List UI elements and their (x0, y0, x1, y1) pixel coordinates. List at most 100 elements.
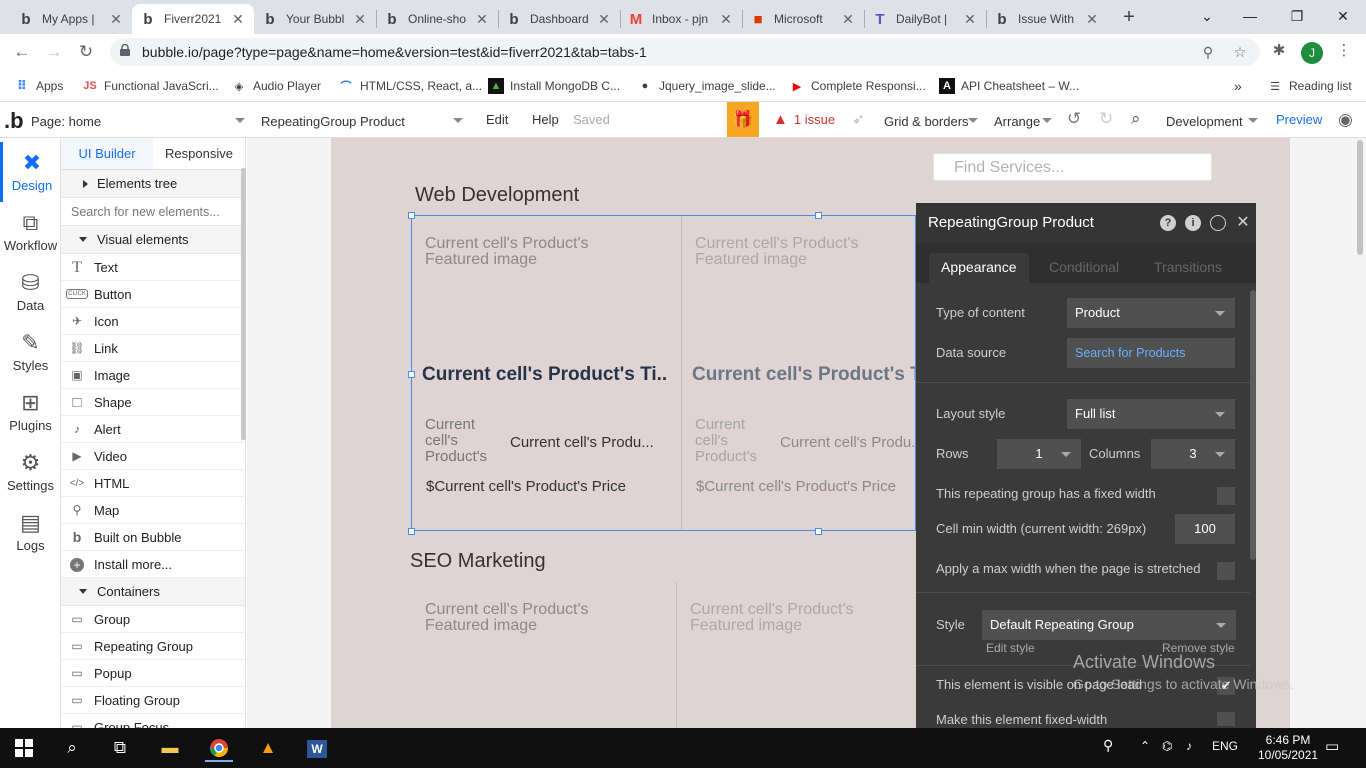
bookmark-item[interactable]: JS Functional JavaScri... (82, 76, 218, 96)
undo-icon[interactable]: ↺ (1067, 109, 1081, 129)
windows-start-icon[interactable] (10, 734, 38, 762)
tab-appearance[interactable]: Appearance (929, 253, 1029, 283)
bubble-logo[interactable]: .b (4, 108, 24, 134)
close-icon[interactable]: ✕ (596, 11, 612, 28)
element-search-input[interactable]: Search for new elements... (61, 198, 245, 226)
element-floating-group[interactable]: ▭ Floating Group (61, 687, 245, 714)
search-icon[interactable]: ⌕ (58, 734, 86, 762)
language-indicator[interactable]: ENG (1212, 739, 1238, 753)
resize-handle[interactable] (815, 528, 822, 535)
new-tab-plus-icon[interactable]: + (1118, 6, 1140, 28)
environment-selector[interactable]: Development (1166, 110, 1258, 132)
element-alert[interactable]: ♪ Alert (61, 416, 245, 443)
close-icon[interactable]: ✕ (474, 11, 490, 28)
rail-plugins[interactable]: ⊞ Plugins (0, 382, 61, 442)
bookmark-item[interactable]: ● Jquery_image_slide... (637, 76, 776, 96)
notifications-icon[interactable]: ▭ (1325, 737, 1339, 755)
resize-handle[interactable] (815, 212, 822, 219)
tab-search-icon[interactable]: ⌄ (1195, 4, 1219, 28)
word-icon[interactable]: W (303, 734, 331, 762)
profile-avatar[interactable]: J (1301, 42, 1323, 64)
element-selector[interactable]: RepeatingGroup Product (261, 110, 463, 132)
cursor-tool-icon[interactable]: ➶ (852, 110, 865, 128)
extensions-puzzle-icon[interactable]: ✱ (1268, 40, 1290, 62)
resize-handle[interactable] (408, 371, 415, 378)
element-button[interactable]: CLICK Button (61, 281, 245, 308)
element-icon[interactable]: ✈ Icon (61, 308, 245, 335)
max-width-checkbox[interactable] (1217, 562, 1235, 580)
tray-chevron-icon[interactable]: ⌃ (1140, 739, 1150, 753)
cell-product-title[interactable]: Current cell's Product's Ti... (422, 364, 667, 386)
property-editor-header[interactable]: RepeatingGroup Product ? i ✕ (916, 203, 1256, 243)
bookmark-item[interactable]: ▲ Install MongoDB C... (488, 76, 620, 96)
location-pin-icon[interactable]: ⚲ (1198, 42, 1218, 62)
rail-logs[interactable]: ▤ Logs (0, 502, 61, 562)
fixed-width-checkbox[interactable] (1217, 487, 1235, 505)
section-title-web-development[interactable]: Web Development (415, 184, 579, 207)
close-icon[interactable]: ✕ (1235, 215, 1251, 231)
cell-featured-image[interactable]: Current cell's Product's Featured image (690, 602, 910, 634)
element-popup[interactable]: ▭ Popup (61, 660, 245, 687)
containers-toggle[interactable]: Containers (61, 578, 245, 606)
bookmark-star-icon[interactable]: ☆ (1230, 42, 1250, 62)
browser-tab[interactable]: b Your Bubbl ✕ (254, 4, 376, 34)
account-icon[interactable]: ◉ (1338, 110, 1353, 130)
panel-scrollbar[interactable] (241, 168, 246, 440)
cell-product-title[interactable]: Current cell's Product's Ti... (692, 364, 915, 386)
comment-icon[interactable] (1210, 215, 1226, 231)
rail-styles[interactable]: ✎ Styles (0, 322, 61, 382)
cell-featured-image[interactable]: Current cell's Product's Featured image (695, 236, 915, 268)
tab-conditional[interactable]: Conditional (1037, 253, 1131, 283)
people-icon[interactable]: ⚲ (1103, 737, 1113, 754)
close-icon[interactable]: ✕ (230, 11, 246, 28)
cell-product-description[interactable]: Current cell's Produ... (510, 434, 660, 451)
info-icon[interactable]: i (1185, 215, 1201, 231)
browser-tab[interactable]: b Issue With ✕ (986, 4, 1108, 34)
rail-settings[interactable]: ⚙ Settings (0, 442, 61, 502)
element-shape[interactable]: □ Shape (61, 389, 245, 416)
redo-icon[interactable]: ↻ (1099, 109, 1113, 129)
close-icon[interactable]: ✕ (1084, 11, 1100, 28)
browser-tab[interactable]: T DailyBot | ✕ (864, 4, 986, 34)
cell-product-thumbnail[interactable]: Current cell's Product's (695, 417, 765, 461)
volume-icon[interactable]: ♪ (1186, 739, 1192, 753)
rail-workflow[interactable]: ⧉ Workflow (0, 202, 61, 262)
browser-tab[interactable]: b Online-sho ✕ (376, 4, 498, 34)
preview-button[interactable]: Preview (1276, 112, 1322, 127)
network-icon[interactable]: ⌬ (1162, 739, 1172, 753)
element-html[interactable]: </> HTML (61, 470, 245, 497)
forward-arrow-icon[interactable]: → (42, 40, 66, 64)
tab-responsive[interactable]: Responsive (153, 138, 245, 169)
arrange-menu[interactable]: Arrange (994, 110, 1052, 132)
close-icon[interactable]: ✕ (108, 11, 124, 28)
cell-product-thumbnail[interactable]: Current cell's Product's (425, 417, 495, 461)
window-close-icon[interactable]: ✕ (1331, 4, 1355, 28)
section-title-seo-marketing[interactable]: SEO Marketing (410, 550, 546, 573)
edit-style-link[interactable]: Edit style (986, 641, 1035, 655)
bookmark-item[interactable]: ⠿ Apps (14, 76, 63, 96)
page-selector[interactable]: Page: home (31, 110, 245, 132)
resize-handle[interactable] (408, 528, 415, 535)
element-repeating-group[interactable]: ▭ Repeating Group (61, 633, 245, 660)
taskbar-clock[interactable]: 6:46 PM 10/05/2021 (1258, 733, 1318, 763)
close-icon[interactable]: ✕ (352, 11, 368, 28)
search-icon[interactable]: ⌕ (1131, 109, 1141, 129)
rail-design[interactable]: ✖ Design (0, 142, 61, 202)
address-bar[interactable]: bubble.io/page?type=page&name=home&versi… (110, 38, 1260, 66)
minimize-icon[interactable]: — (1238, 4, 1262, 28)
element-image[interactable]: ▣ Image (61, 362, 245, 389)
element-built-on-bubble[interactable]: b Built on Bubble (61, 524, 245, 551)
browser-tab[interactable]: ■ Microsoft ✕ (742, 4, 864, 34)
close-icon[interactable]: ✕ (962, 11, 978, 28)
chrome-icon[interactable] (205, 734, 233, 762)
element-video[interactable]: ▶ Video (61, 443, 245, 470)
cell-product-price[interactable]: $Current cell's Product's Price (696, 478, 896, 495)
canvas-scrollbar[interactable] (1357, 140, 1363, 255)
element-map[interactable]: ⚲ Map (61, 497, 245, 524)
browser-tab[interactable]: b My Apps | ✕ (10, 4, 132, 34)
menu-kebab-icon[interactable]: ⋮ (1333, 40, 1355, 62)
element-text[interactable]: T Text (61, 254, 245, 281)
bookmarks-overflow[interactable]: » (1234, 76, 1242, 96)
element-install-more[interactable]: + Install more... (61, 551, 245, 578)
file-explorer-icon[interactable]: ▬ (156, 734, 184, 762)
